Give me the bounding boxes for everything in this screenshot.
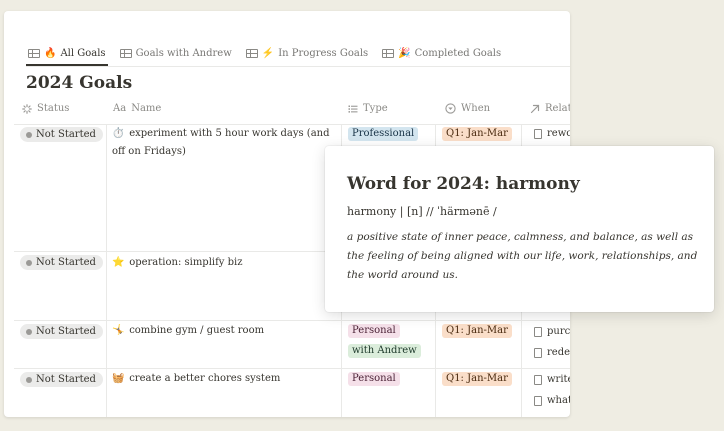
goal-name-text: create a better chores system [129, 373, 281, 384]
goal-name[interactable]: ⭐ operation: simplify biz [112, 254, 337, 272]
table-icon [119, 48, 132, 58]
related-item[interactable]: redes [534, 347, 570, 358]
document-icon [534, 326, 542, 337]
status-badge[interactable]: Not Started [20, 372, 103, 387]
person-cartwheeling-icon: 🤸 [112, 325, 125, 336]
related-item[interactable]: purch [534, 326, 570, 337]
tab-label: Completed Goals [414, 47, 502, 59]
related-item-label: write [547, 374, 570, 385]
page-title: 2024 Goals [26, 73, 133, 93]
column-header-label: Relate [545, 103, 570, 114]
tab-label: In Progress Goals [278, 47, 369, 59]
status-label: Not Started [36, 257, 96, 268]
card-phonetic: harmony | [n] // ˈhärmənē / [347, 205, 497, 218]
goal-name-text: experiment with 5 hour work days (and of… [112, 128, 330, 157]
column-header-type[interactable]: Type [348, 103, 388, 114]
table-icon [28, 48, 40, 58]
document-icon [534, 128, 542, 139]
status-label: Not Started [36, 374, 96, 385]
tab-completed-goals[interactable]: 🎉 Completed Goals [380, 44, 503, 62]
when-tag[interactable]: Q1: Jan-Mar [442, 127, 512, 141]
tab-emoji: ⚡ [261, 47, 275, 59]
document-icon [534, 347, 542, 358]
related-item-label: purch [547, 326, 570, 337]
related-item[interactable]: write [534, 374, 570, 385]
related-item-label: rewor [547, 128, 570, 139]
tab-label: Goals with Andrew [135, 47, 232, 59]
tab-in-progress-goals[interactable]: ⚡ In Progress Goals [244, 44, 370, 62]
goal-name[interactable]: 🤸 combine gym / guest room [112, 322, 337, 340]
column-header-related[interactable]: Relate [530, 103, 570, 114]
table-icon [245, 48, 258, 58]
status-badge[interactable]: Not Started [20, 127, 103, 142]
goal-name-text: combine gym / guest room [129, 325, 265, 336]
column-header-status[interactable]: Status [22, 103, 69, 114]
related-item[interactable]: what [534, 395, 570, 406]
tabs-divider [26, 66, 570, 67]
view-tabs: 🔥 All Goals Goals with Andrew ⚡ In Progr… [26, 44, 503, 64]
card-definition: a positive state of inner peace, calmnes… [347, 231, 698, 281]
tab-emoji: 🔥 [44, 47, 57, 59]
when-tag[interactable]: Q1: Jan-Mar [442, 324, 512, 338]
list-icon [348, 105, 358, 113]
related-item-label: redes [547, 347, 570, 358]
status-dot-icon [26, 259, 32, 266]
column-header-label: Type [363, 103, 388, 114]
relation-arrow-icon [530, 104, 540, 113]
basket-icon: 🧺 [112, 373, 125, 384]
status-badge[interactable]: Not Started [20, 324, 103, 339]
column-header-name[interactable]: Aa Name [113, 103, 161, 114]
word-of-year-card: Word for 2024: harmony harmony | [n] // … [325, 146, 714, 312]
related-item[interactable]: rewor [534, 128, 570, 139]
goal-name[interactable]: 🧺 create a better chores system [112, 370, 337, 388]
when-tag[interactable]: Q1: Jan-Mar [442, 372, 512, 386]
status-dot-icon [26, 376, 32, 383]
tab-goals-with-andrew[interactable]: Goals with Andrew [118, 44, 234, 62]
select-icon [445, 103, 456, 114]
type-tag[interactable]: Professional [348, 127, 419, 141]
tab-emoji: 🎉 [398, 47, 411, 59]
status-badge[interactable]: Not Started [20, 255, 103, 270]
type-tag[interactable]: Personal [348, 372, 400, 386]
column-divider [106, 124, 107, 417]
type-tag[interactable]: with Andrew [348, 344, 421, 358]
column-header-label: Name [131, 103, 162, 114]
column-header-label: When [461, 103, 491, 114]
table-icon [382, 48, 395, 58]
status-dot-icon [26, 328, 32, 335]
goal-name[interactable]: ⏱️ experiment with 5 hour work days (and… [112, 125, 337, 161]
tab-all-goals[interactable]: 🔥 All Goals [26, 44, 108, 62]
type-tag[interactable]: Personal [348, 324, 400, 338]
star-icon: ⭐ [112, 257, 125, 268]
status-label: Not Started [36, 326, 96, 337]
document-icon [534, 395, 542, 406]
stopwatch-icon: ⏱️ [112, 128, 125, 139]
column-header-label: Status [37, 103, 70, 114]
tab-label: All Goals [60, 47, 106, 59]
status-dot-icon [26, 131, 32, 138]
related-item-label: what [547, 395, 570, 406]
text-type-icon: Aa [113, 103, 127, 114]
row-divider [14, 320, 570, 321]
row-divider [14, 368, 570, 369]
column-header-when[interactable]: When [445, 103, 490, 114]
status-label: Not Started [36, 129, 96, 140]
goal-name-text: operation: simplify biz [129, 257, 243, 268]
card-title: Word for 2024: harmony [347, 174, 580, 194]
status-loading-icon [22, 103, 32, 114]
document-icon [534, 374, 542, 385]
